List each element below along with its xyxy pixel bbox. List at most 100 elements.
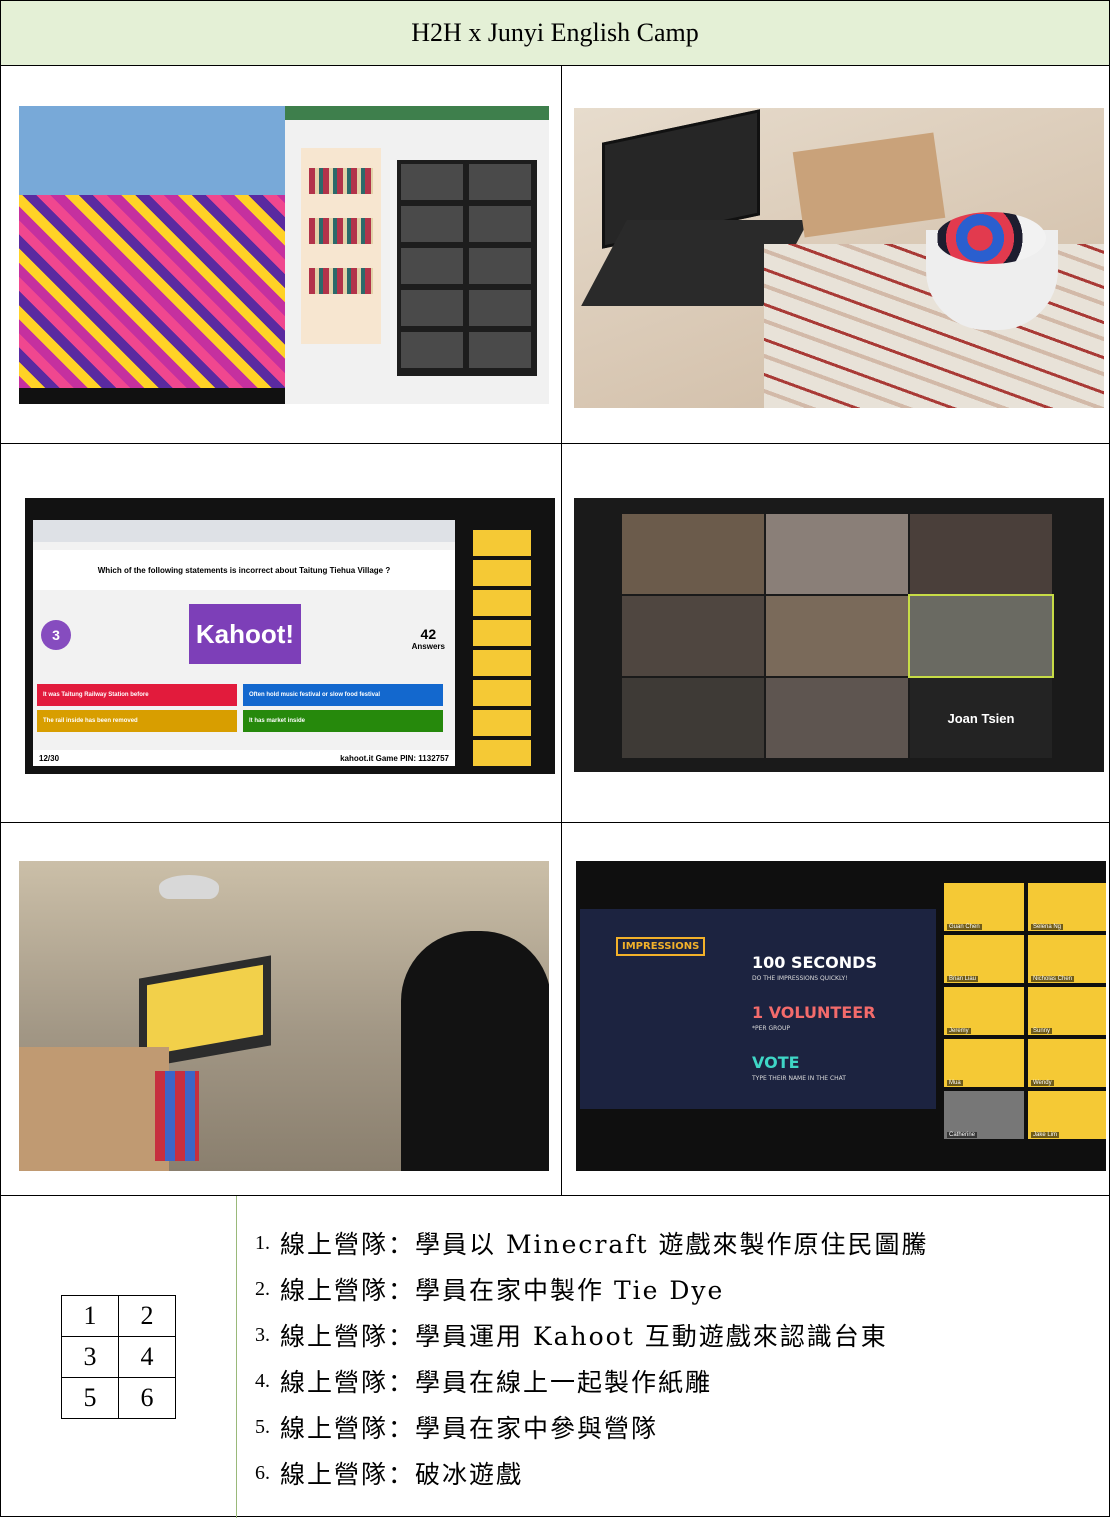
photo-cell-6: IMPRESSIONS 100 SECONDS DO THE IMPRESSIO… [562,823,1109,1195]
caption-number: 6. [255,1461,270,1484]
slide-heading-2: 1 VOLUNTEER [752,1003,876,1022]
participant-tile [622,596,764,676]
participant-name: Selena Ng [1031,924,1064,930]
answers-counter: 42 Answers [412,626,445,651]
participant-tile-no-video: Joan Tsien [910,678,1052,758]
question-progress: 12/30 [39,753,60,763]
kahoot-screenshot: Which of the following statements is inc… [25,498,555,774]
participant-name: Sunny [1031,1028,1053,1034]
caption-number: 5. [255,1415,270,1438]
laptop-screen-video-call [147,964,263,1056]
student-silhouette [401,931,549,1171]
title-text: H2H x Junyi English Camp [411,18,699,47]
caption-text: 線上營隊：學員在家中製作 Tie Dye [280,1276,725,1305]
caption-row: 1 2 3 4 5 6 1. 線上營隊：學員以 Minecraft 遊戲來製作原住… [1,1196,1109,1518]
caption-number: 1. [255,1231,270,1254]
photo-cell-5 [1,823,561,1195]
participant-thumb: Mua [944,1039,1024,1087]
participant-tile [469,206,531,242]
answers-count: 42 [420,626,437,642]
caption-text: 線上營隊：學員在家中參與營隊 [280,1414,659,1443]
participant-tile [401,206,463,242]
question-number-badge: 3 [41,620,71,650]
participant-thumb: Sunny [1028,987,1106,1035]
answers-label: Answers [411,642,445,651]
table-title: H2H x Junyi English Camp [1,1,1109,66]
tie-dye-photo [574,108,1104,408]
answer-option: The rail inside has been removed [37,710,237,732]
participant-tile [469,248,531,284]
photo-cell-3: Which of the following statements is inc… [1,444,561,822]
minecraft-screenshot [19,106,549,404]
caption-list: 1. 線上營隊：學員以 Minecraft 遊戲來製作原住民圖騰 2. 線上營隊：學… [255,1220,929,1496]
caption-text: 線上營隊：學員以 Minecraft 遊戲來製作原住民圖騰 [280,1230,929,1259]
participant-tile [401,248,463,284]
caption-text: 線上營隊：學員在線上一起製作紙雕 [280,1368,713,1397]
participant-tile [910,514,1052,594]
participant-thumb [473,650,531,676]
caption-item: 4. 線上營隊：學員在線上一起製作紙雕 [255,1358,929,1404]
slide-subtext-3: TYPE THEIR NAME IN THE CHAT [752,1075,846,1082]
weaving-pattern-page [301,148,381,344]
caption-item: 1. 線上營隊：學員以 Minecraft 遊戲來製作原住民圖騰 [255,1220,929,1266]
participant-thumb [473,620,531,646]
answer-option: Often hold music festival or slow food f… [243,684,443,706]
caption-item: 5. 線上營隊：學員在家中參與營隊 [255,1404,929,1450]
browser-window [285,106,549,404]
participant-thumb: Nicholas Chen [1028,935,1106,983]
caption-item: 2. 線上營隊：學員在家中製作 Tie Dye [255,1266,929,1312]
participant-thumb: Jake Lim [1028,1091,1106,1139]
kahoot-window: Which of the following statements is inc… [33,520,455,766]
browser-tab-bar [285,106,549,120]
participant-thumb [473,710,531,736]
impressions-screenshot: IMPRESSIONS 100 SECONDS DO THE IMPRESSIO… [576,861,1106,1171]
participant-name: Mua [947,1080,963,1086]
participant-tile [622,514,764,594]
layout-legend-grid: 1 2 3 4 5 6 [61,1295,176,1419]
participant-strip [473,520,531,770]
participant-thumb: Guan Chen [944,883,1024,931]
participant-thumb: Wendy [1028,1039,1106,1087]
slide-label: IMPRESSIONS [616,937,706,956]
caption-number: 3. [255,1323,270,1346]
zoom-participant-panel [397,160,537,376]
participant-tile [401,164,463,200]
participant-thumb [473,530,531,556]
participant-thumb [473,680,531,706]
participant-thumb: Catherine [944,1091,1024,1139]
kahoot-footer: 12/30 kahoot.it Game PIN: 1132757 [33,750,455,766]
legend-cell: 4 [118,1336,176,1378]
participant-name: Catherine [947,1132,978,1138]
kahoot-logo: Kahoot! [189,604,301,664]
photo-row-1 [1,66,1109,444]
photo-cell-1 [1,66,561,443]
legend-cell: 5 [61,1377,119,1419]
zoom-gallery-screenshot: Joan Tsien [574,498,1104,772]
participant-tile [622,678,764,758]
caption-number: 4. [255,1369,270,1392]
tie-dye-shirt [936,212,1046,264]
presentation-slide: IMPRESSIONS 100 SECONDS DO THE IMPRESSIO… [580,909,936,1109]
desk-lamp [159,875,219,899]
participant-name: Brian Liau [947,976,979,982]
participant-name: Nicholas Chen [1031,976,1075,982]
legend-cell: 1 [61,1295,119,1337]
home-camp-photo [19,861,549,1171]
photo-cell-2 [562,66,1109,443]
legend-cell: 2 [118,1295,176,1337]
weave-band [309,268,373,294]
slide-subtext-2: *PER GROUP [752,1025,791,1032]
participant-tile [766,596,908,676]
participant-name: Jake Lim [1031,1132,1060,1138]
participant-name: Guan Chen [947,924,982,930]
slide-subtext-1: DO THE IMPRESSIONS QUICKLY! [752,975,848,982]
weave-band [309,218,373,244]
participant-thumb [473,560,531,586]
participant-tile [766,514,908,594]
answer-option: It has market inside [243,710,443,732]
slide-heading-1: 100 SECONDS [752,953,877,972]
participant-grid: Guan Chen Selena Ng Brian Liau Nicholas … [944,883,1106,1151]
dye-bottles [155,1071,199,1161]
participant-name: Jeremy [947,1028,971,1034]
participant-tile-active-speaker [908,594,1054,678]
